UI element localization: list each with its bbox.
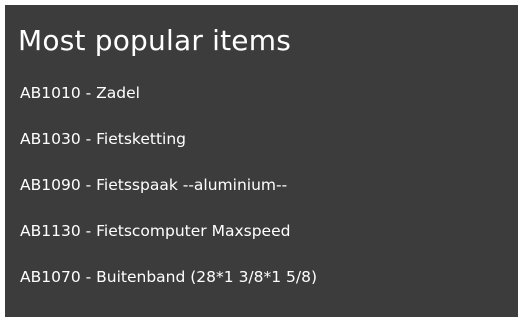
list-item[interactable]: AB1070 - Buitenband (28*1 3/8*1 5/8) (20, 266, 317, 312)
list-item[interactable]: AB1010 - Zadel (20, 82, 317, 128)
tile-title: Most popular items (18, 24, 291, 57)
list-item[interactable]: AB1030 - Fietsketting (20, 128, 317, 174)
most-popular-items-tile: Most popular items AB1010 - Zadel AB1030… (5, 5, 518, 317)
popular-items-list: AB1010 - Zadel AB1030 - Fietsketting AB1… (20, 82, 317, 312)
list-item[interactable]: AB1130 - Fietscomputer Maxspeed (20, 220, 317, 266)
list-item[interactable]: AB1090 - Fietsspaak --aluminium-- (20, 174, 317, 220)
